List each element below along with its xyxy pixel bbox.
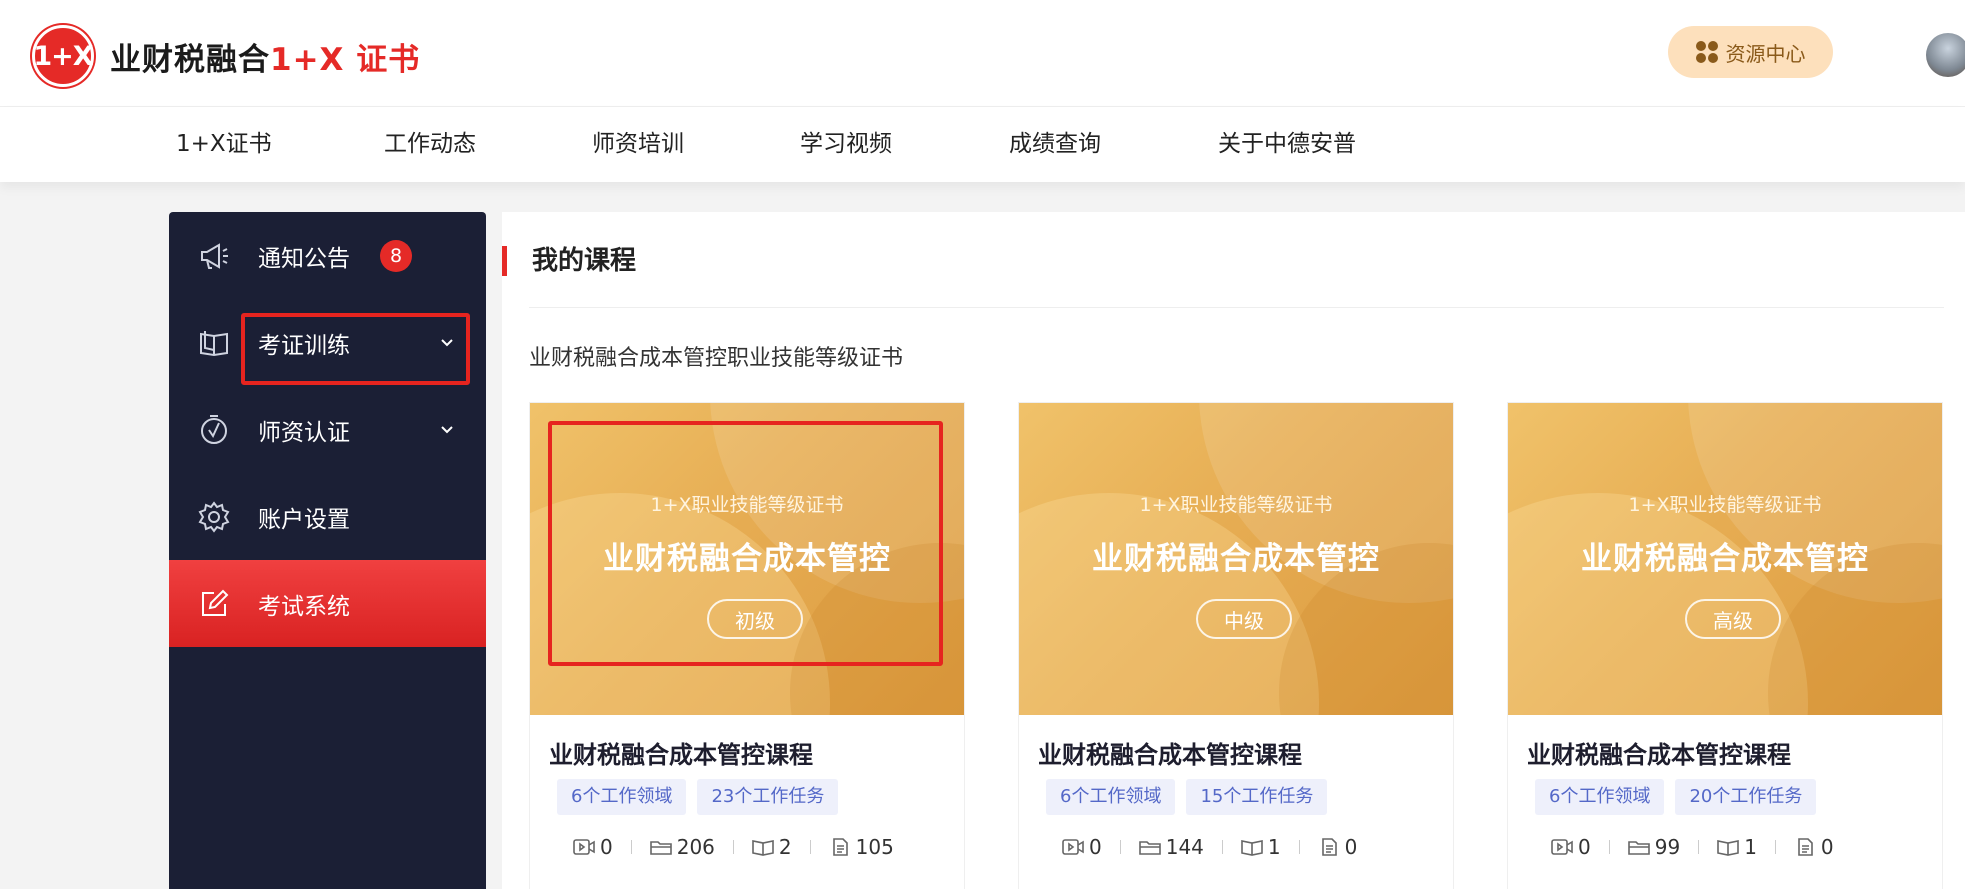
stat-videos: 0 (1551, 835, 1591, 859)
nav-item-videos[interactable]: 学习视频 (800, 107, 892, 182)
cover-title: 业财税融合成本管控 (603, 541, 891, 577)
course-stats: 0 99 1 0 (1551, 835, 1834, 859)
folder-icon (649, 841, 672, 855)
sidebar-label-account-settings: 账户设置 (258, 506, 350, 533)
level-badge: 中级 (1196, 599, 1292, 639)
cover-subtitle: 1+X职业技能等级证书 (1628, 494, 1822, 516)
megaphone-icon (201, 242, 228, 269)
document-icon (1321, 838, 1337, 856)
sidebar-item-account-settings[interactable]: 账户设置 (169, 473, 486, 560)
sidebar-item-exam-training[interactable]: 考证训练 (169, 299, 486, 386)
edit-icon (202, 589, 229, 616)
sidebar-label-teacher-cert: 师资认证 (258, 419, 350, 446)
tag-work-domains: 6个工作领域 (1535, 779, 1665, 815)
course-tags: 6个工作领域 20个工作任务 (1535, 779, 1817, 815)
cover-title: 业财税融合成本管控 (1581, 541, 1869, 577)
chevron-down-icon (441, 338, 453, 346)
clover-icon (1695, 41, 1718, 63)
stat-cases: 99 (1627, 835, 1680, 859)
course-cover[interactable]: 1+X职业技能等级证书 业财税融合成本管控 初级 (530, 403, 964, 715)
nav-item-training[interactable]: 师资培训 (592, 107, 684, 182)
course-name[interactable]: 业财税融合成本管控课程 (1038, 735, 1302, 770)
resource-center-button[interactable]: 资源中心 (1668, 26, 1833, 78)
sidebar-item-teacher-cert[interactable]: 师资认证 (169, 386, 486, 473)
stat-docs: 0 (1794, 835, 1834, 859)
course-tags: 6个工作领域 15个工作任务 (1046, 779, 1328, 815)
video-icon (573, 839, 595, 855)
stat-books: 1 (1717, 835, 1757, 859)
stat-cases: 206 (649, 835, 715, 859)
book-icon (752, 840, 774, 856)
gear-icon (198, 500, 230, 533)
logo-text: 业财税融合1+X 证书 (110, 34, 420, 79)
course-tags: 6个工作领域 23个工作任务 (557, 779, 839, 815)
folder-icon (1627, 841, 1650, 855)
logo-name: 业财税融合 (110, 41, 270, 78)
sidebar-label-notices: 通知公告 (258, 245, 350, 272)
tag-work-tasks: 15个工作任务 (1186, 779, 1328, 815)
course-name[interactable]: 业财税融合成本管控课程 (549, 735, 813, 770)
divider (529, 307, 1944, 308)
level-badge: 初级 (707, 599, 803, 639)
course-stats: 0 206 2 105 (573, 835, 894, 859)
tag-work-tasks: 20个工作任务 (1675, 779, 1817, 815)
top-header: 1+X 业财税融合1+X 证书 资源中心 (0, 0, 1965, 107)
logo-suffix: 1+X 证书 (270, 41, 421, 78)
course-cover[interactable]: 1+X职业技能等级证书 业财税融合成本管控 高级 (1508, 403, 1942, 715)
nav-item-about[interactable]: 关于中德安普 (1218, 107, 1356, 182)
course-card-basic[interactable]: 1+X职业技能等级证书 业财税融合成本管控 初级 业财税融合成本管控课程 6个工… (529, 402, 965, 889)
tag-work-domains: 6个工作领域 (557, 779, 687, 815)
document-icon (832, 838, 848, 856)
sidebar-label-exam-system: 考试系统 (258, 593, 350, 620)
sidebar-item-notices[interactable]: 通知公告 8 (169, 212, 486, 299)
main-content: 我的课程 业财税融合成本管控职业技能等级证书 1+X职业技能等级证书 业财税融合… (502, 212, 1965, 889)
course-card-intermediate[interactable]: 1+X职业技能等级证书 业财税融合成本管控 中级 业财税融合成本管控课程 6个工… (1018, 402, 1454, 889)
nav-item-scores[interactable]: 成绩查询 (1009, 107, 1101, 182)
tag-work-domains: 6个工作领域 (1046, 779, 1176, 815)
stat-docs: 105 (829, 835, 894, 859)
level-badge: 高级 (1685, 599, 1781, 639)
resource-center-label: 资源中心 (1725, 41, 1806, 66)
chevron-down-icon (441, 425, 453, 433)
nav-item-cert[interactable]: 1+X证书 (176, 107, 272, 182)
logo-badge: 1+X (32, 25, 94, 87)
cover-subtitle: 1+X职业技能等级证书 (650, 494, 844, 516)
open-book-icon (200, 330, 228, 356)
page-title: 我的课程 (532, 246, 637, 276)
folder-icon (1138, 841, 1161, 855)
stopwatch-check-icon (201, 414, 227, 444)
course-stats: 0 144 1 0 (1062, 835, 1357, 859)
nav-item-news[interactable]: 工作动态 (384, 107, 476, 182)
video-icon (1062, 839, 1084, 855)
cover-subtitle: 1+X职业技能等级证书 (1139, 494, 1333, 516)
cover-title: 业财税融合成本管控 (1092, 541, 1380, 577)
course-card-advanced[interactable]: 1+X职业技能等级证书 业财税融合成本管控 高级 业财税融合成本管控课程 6个工… (1507, 402, 1943, 889)
stat-docs: 0 (1318, 835, 1357, 859)
course-cover[interactable]: 1+X职业技能等级证书 业财税融合成本管控 中级 (1019, 403, 1453, 715)
stat-videos: 0 (1062, 835, 1102, 859)
tag-work-tasks: 23个工作任务 (697, 779, 839, 815)
sidebar-label-exam-training: 考证训练 (258, 332, 350, 359)
site-logo[interactable]: 1+X 业财税融合1+X 证书 (32, 25, 420, 87)
course-name[interactable]: 业财税融合成本管控课程 (1527, 735, 1791, 770)
notification-badge: 8 (380, 239, 412, 272)
stat-cases: 144 (1138, 835, 1204, 859)
book-icon (1717, 840, 1739, 856)
title-accent-bar (502, 246, 507, 276)
video-icon (1551, 839, 1573, 855)
document-icon (1798, 838, 1813, 856)
sidebar-item-exam-system[interactable]: 考试系统 (169, 560, 486, 647)
stat-videos: 0 (573, 835, 613, 859)
stat-books: 1 (1241, 835, 1281, 859)
certificate-title: 业财税融合成本管控职业技能等级证书 (529, 346, 904, 371)
book-icon (1241, 840, 1263, 856)
main-nav: 1+X证书 工作动态 师资培训 学习视频 成绩查询 关于中德安普 (0, 107, 1965, 182)
stat-books: 2 (752, 835, 792, 859)
sidebar: 通知公告 8 考证训练 师资认证 账户设置 考试系统 (169, 212, 486, 889)
user-avatar[interactable] (1926, 33, 1965, 77)
